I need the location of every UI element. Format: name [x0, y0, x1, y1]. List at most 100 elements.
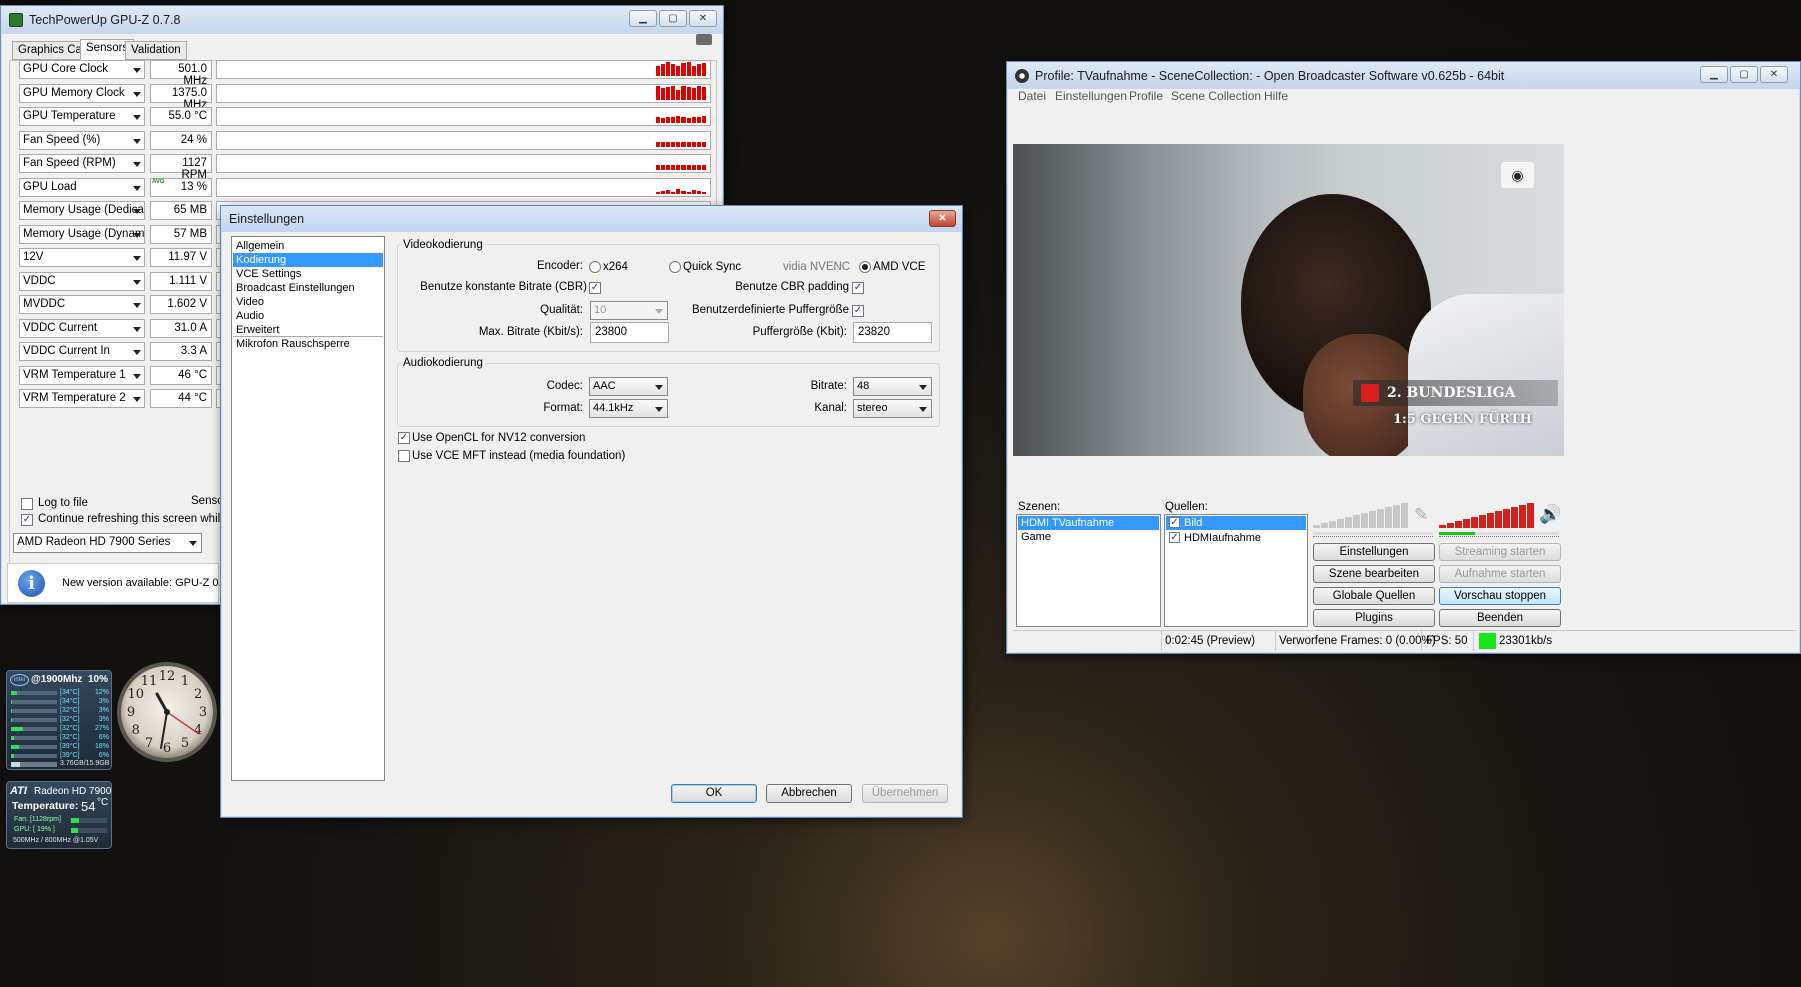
- encoder-x264-radio[interactable]: [589, 261, 601, 273]
- sensor-name-select[interactable]: GPU Load: [19, 177, 145, 197]
- obs-close-button[interactable]: ✕: [1760, 66, 1788, 83]
- menu-scene-collection[interactable]: Scene Collection: [1171, 89, 1261, 103]
- scenes-label: Szenen:: [1018, 501, 1061, 513]
- menu-einstellungen[interactable]: Einstellungen: [1055, 89, 1127, 103]
- camera-icon[interactable]: [696, 34, 712, 45]
- channel-select[interactable]: stereo: [853, 399, 932, 418]
- opencl-checkbox[interactable]: ✓: [398, 432, 410, 444]
- menu-datei[interactable]: Datei: [1018, 89, 1046, 103]
- cpu-gadget[interactable]: intel @1900Mhz 10% [34°C] 12% [34°C] 3% [32°…: [6, 670, 112, 770]
- sensor-value: 11.97 V: [150, 248, 212, 267]
- log-to-file-checkbox[interactable]: [21, 498, 33, 510]
- audio-bitrate-select[interactable]: 48: [853, 377, 932, 396]
- scenes-list[interactable]: HDMI TVaufnahme Game: [1016, 514, 1161, 627]
- sensor-name-select[interactable]: Memory Usage (Dedicated): [19, 201, 145, 220]
- source-hdmi-checkbox[interactable]: ✓: [1169, 532, 1180, 543]
- sensor-name-select[interactable]: VRM Temperature 1: [19, 365, 145, 385]
- nav-audio[interactable]: Audio: [233, 309, 383, 323]
- sensor-name-select[interactable]: Fan Speed (%): [19, 130, 145, 150]
- nav-broadcast[interactable]: Broadcast Einstellungen: [233, 281, 383, 295]
- global-sources-button[interactable]: Globale Quellen: [1313, 587, 1435, 605]
- gpu-gadget[interactable]: ATI Radeon HD 7900 Temperature: 54 °C Fa…: [6, 781, 112, 849]
- cbr-padding-checkbox[interactable]: ✓: [852, 282, 864, 294]
- nav-allgemein[interactable]: Allgemein: [233, 239, 383, 253]
- cancel-button[interactable]: Abbrechen: [766, 784, 852, 803]
- encoder-amd-vce-radio[interactable]: [859, 261, 871, 273]
- continue-refresh-checkbox[interactable]: ✓: [21, 514, 33, 526]
- custom-buffer-checkbox[interactable]: ✓: [852, 305, 864, 317]
- source-item-bild[interactable]: ✓ Bild: [1166, 516, 1306, 530]
- menu-profile[interactable]: Profile: [1129, 89, 1163, 103]
- close-button[interactable]: ✕: [689, 10, 717, 27]
- codec-select[interactable]: AAC: [589, 377, 668, 396]
- sensor-name-select[interactable]: GPU Core Clock: [19, 60, 145, 79]
- sensor-value: 1375.0 MHz: [150, 83, 212, 111]
- max-bitrate-input[interactable]: 23800: [590, 322, 669, 343]
- source-bild-checkbox[interactable]: ✓: [1169, 517, 1180, 528]
- audio-group-title: Audiokodierung: [401, 357, 485, 369]
- obs-minimize-button[interactable]: ▁: [1700, 66, 1728, 83]
- scene-item-hdmi[interactable]: HDMI TVaufnahme: [1018, 516, 1159, 530]
- source-item-hdmi[interactable]: ✓ HDMIaufnahme: [1166, 531, 1306, 545]
- sensor-name-select[interactable]: GPU Temperature: [19, 107, 145, 126]
- buffer-size-input[interactable]: 23820: [853, 322, 932, 343]
- obs-settings-button[interactable]: Einstellungen: [1313, 543, 1435, 561]
- sensor-name-select[interactable]: Fan Speed (RPM): [19, 154, 145, 173]
- nav-erweitert[interactable]: Erweitert: [233, 323, 383, 337]
- nav-vce-settings[interactable]: VCE Settings: [233, 267, 383, 281]
- scene-item-game[interactable]: Game: [1018, 530, 1159, 544]
- sensor-name-select[interactable]: VDDC: [19, 271, 145, 291]
- sensor-name-select[interactable]: 12V: [19, 248, 145, 267]
- microphone-icon[interactable]: ✎: [1414, 504, 1432, 526]
- start-stream-button[interactable]: Streaming starten: [1439, 543, 1561, 561]
- cpu-core-temp: [34°C]: [60, 689, 80, 696]
- sensor-name-select[interactable]: VDDC Current: [19, 318, 145, 338]
- sources-list[interactable]: ✓ Bild ✓ HDMIaufnahme: [1164, 514, 1308, 627]
- start-record-button[interactable]: Aufnahme starten: [1439, 565, 1561, 583]
- gpu-clocks: 500MHz / 800MHz @1.05V: [13, 837, 99, 844]
- edit-scene-button[interactable]: Szene bearbeiten: [1313, 565, 1435, 583]
- maximize-button[interactable]: ▢: [659, 10, 687, 27]
- log-to-file-label: Log to file: [38, 497, 88, 509]
- chevron-down-icon: [133, 350, 141, 355]
- encoder-quicksync-radio[interactable]: [669, 261, 681, 273]
- sensor-name-select[interactable]: VDDC Current In: [19, 342, 145, 361]
- nav-video[interactable]: Video: [233, 295, 383, 309]
- nav-kodierung[interactable]: Kodierung: [233, 253, 383, 267]
- plugins-button[interactable]: Plugins: [1313, 609, 1435, 627]
- settings-dialog: Einstellungen ✕ Allgemein Kodierung VCE …: [220, 205, 963, 818]
- settings-close-button[interactable]: ✕: [929, 210, 956, 227]
- desktop-volume-bars[interactable]: [1439, 502, 1535, 528]
- obs-maximize-button[interactable]: ▢: [1730, 66, 1758, 83]
- update-notice[interactable]: i New version available: GPU-Z 0.7.9: [7, 563, 237, 603]
- chevron-down-icon: [655, 385, 663, 390]
- ok-button[interactable]: OK: [671, 784, 757, 803]
- gpu-select[interactable]: AMD Radeon HD 7900 Series: [13, 533, 202, 553]
- mic-volume-bars[interactable]: [1313, 502, 1409, 528]
- shirt-shape: [1408, 294, 1564, 456]
- sensor-value: 1.111 V: [150, 271, 212, 291]
- menu-hilfe[interactable]: Hilfe: [1264, 89, 1288, 103]
- quality-select[interactable]: 10: [590, 301, 668, 320]
- nav-mikrofon[interactable]: Mikrofon Rauschsperre: [233, 337, 383, 351]
- apply-button[interactable]: Übernehmen: [862, 784, 948, 803]
- minimize-button[interactable]: ▁: [629, 10, 657, 27]
- obs-window: Profile: TVaufnahme - SceneCollection: -…: [1006, 61, 1801, 654]
- sensor-name-select[interactable]: VRM Temperature 2: [19, 389, 145, 408]
- mic-volume-slider[interactable]: [1313, 536, 1433, 541]
- sensor-name-select[interactable]: Memory Usage (Dynamic): [19, 224, 145, 244]
- settings-titlebar[interactable]: Einstellungen ✕: [221, 206, 962, 232]
- cpu-core-temp: [32°C]: [60, 725, 80, 732]
- exit-button[interactable]: Beenden: [1439, 609, 1561, 627]
- desktop-volume-slider[interactable]: [1439, 536, 1559, 541]
- vce-mft-checkbox[interactable]: [398, 450, 410, 462]
- sensor-name-select[interactable]: MVDDC: [19, 295, 145, 314]
- speaker-icon[interactable]: 🔊: [1539, 502, 1561, 526]
- tab-validation[interactable]: Validation: [125, 41, 187, 60]
- gpuz-titlebar[interactable]: TechPowerUp GPU-Z 0.7.8 ▁ ▢ ✕: [1, 6, 723, 34]
- sensor-name-select[interactable]: GPU Memory Clock: [19, 83, 145, 103]
- stop-preview-button[interactable]: Vorschau stoppen: [1439, 587, 1561, 605]
- cpu-core-load: 3%: [98, 716, 109, 723]
- cbr-checkbox[interactable]: ✓: [589, 282, 601, 294]
- format-select[interactable]: 44.1kHz: [589, 399, 668, 418]
